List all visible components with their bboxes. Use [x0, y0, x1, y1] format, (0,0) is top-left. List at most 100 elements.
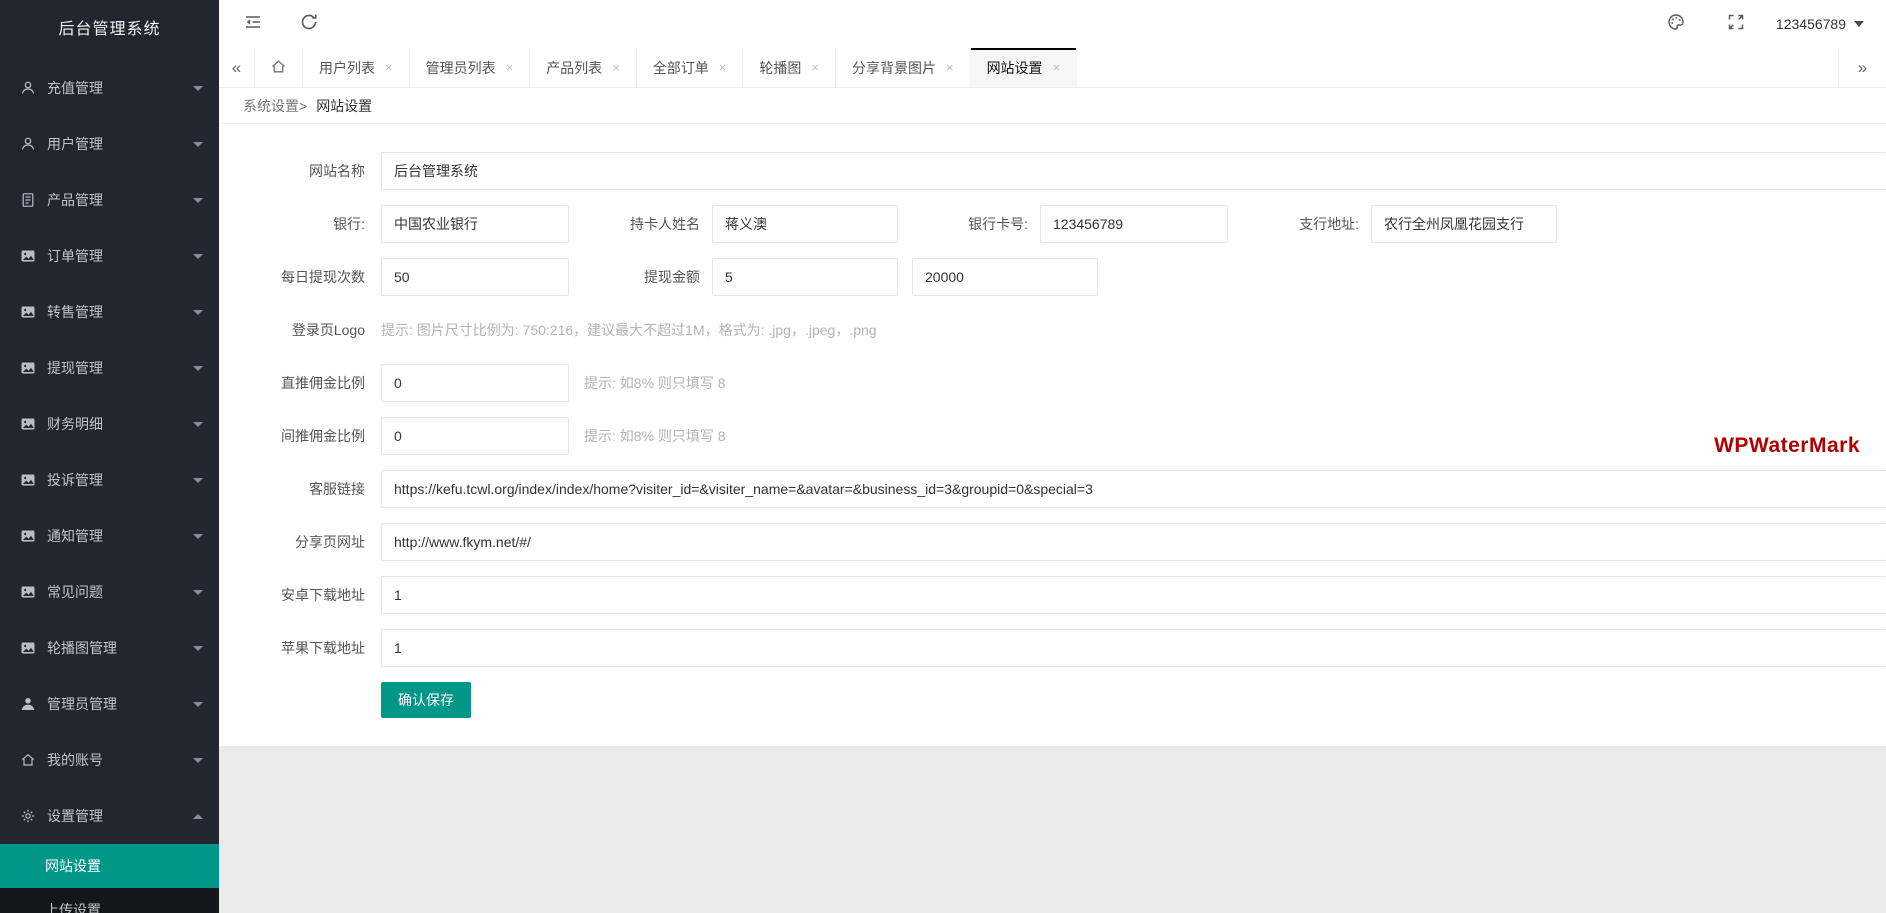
- home-icon: [20, 752, 36, 768]
- tab[interactable]: 全部订单 ×: [637, 48, 744, 87]
- sidebar-item[interactable]: 通知管理: [0, 508, 219, 564]
- sidebar-item[interactable]: 财务明细: [0, 396, 219, 452]
- share-url-label: 分享页网址: [219, 532, 365, 552]
- tab[interactable]: 网站设置×: [971, 48, 1078, 87]
- close-icon[interactable]: ×: [385, 61, 393, 74]
- chevron-down-icon: [193, 422, 203, 427]
- sidebar-item[interactable]: 充值管理: [0, 60, 219, 116]
- chevron-down-icon: [193, 534, 203, 539]
- save-button[interactable]: 确认保存: [381, 682, 471, 718]
- card-no-input[interactable]: [1040, 205, 1228, 243]
- close-icon[interactable]: ×: [946, 61, 954, 74]
- tab[interactable]: 产品列表×: [530, 48, 637, 87]
- tab[interactable]: 分享背景图片×: [836, 48, 971, 87]
- sidebar-item-label: 财务明细: [47, 414, 193, 434]
- site-name-label: 网站名称: [219, 161, 365, 181]
- close-icon[interactable]: ×: [612, 61, 620, 74]
- close-icon[interactable]: ×: [719, 61, 727, 74]
- tabs-scroll-right-button[interactable]: »: [1838, 48, 1886, 87]
- tab-home[interactable]: [255, 48, 303, 87]
- indirect-rate-input[interactable]: [381, 417, 569, 455]
- close-icon[interactable]: ×: [1053, 61, 1061, 74]
- image-icon: [20, 248, 36, 264]
- tab[interactable]: 轮播图×: [743, 48, 836, 87]
- image-icon: [20, 360, 36, 376]
- collapse-sidebar-button[interactable]: [229, 0, 277, 48]
- amount-label: 提现金额: [569, 267, 700, 287]
- amount-max-input[interactable]: [912, 258, 1098, 296]
- breadcrumb-page: 网站设置: [316, 96, 372, 116]
- tab[interactable]: 用户列表×: [303, 48, 410, 87]
- sidebar-item-label: 投诉管理: [47, 470, 193, 490]
- main-area: 123456789 « 用户列表×管理员列表×产品列表×全部订单×轮播图×分享背…: [219, 0, 1886, 913]
- holder-label: 持卡人姓名: [569, 214, 700, 234]
- username: 123456789: [1776, 16, 1846, 32]
- user-filled-icon: [20, 696, 36, 712]
- ios-url-input[interactable]: [381, 629, 1886, 667]
- breadcrumb: 系统设置> 网站设置: [219, 88, 1886, 124]
- kefu-input[interactable]: [381, 470, 1886, 508]
- login-logo-hint: 提示: 图片尺寸比例为: 750:216，建议最大不超过1M，格式为: .jpg…: [381, 320, 877, 340]
- tab-label: 全部订单: [653, 58, 709, 78]
- form-row: 间推佣金比例 提示: 如8% 则只填写 8: [219, 417, 1886, 455]
- sidebar-item[interactable]: 管理员管理: [0, 676, 219, 732]
- topbar-right: 123456789: [1652, 0, 1886, 48]
- sidebar-item[interactable]: 投诉管理: [0, 452, 219, 508]
- sidebar-item-label: 转售管理: [47, 302, 193, 322]
- branch-label: 支行地址:: [1228, 214, 1359, 234]
- tab[interactable]: 管理员列表 ×: [410, 48, 531, 87]
- sidebar-item[interactable]: 提现管理: [0, 340, 219, 396]
- sidebar-item-label: 我的账号: [47, 750, 193, 770]
- form-row: 客服链接: [219, 470, 1886, 508]
- sidebar-item-label: 常见问题: [47, 582, 193, 602]
- sidebar-subitem[interactable]: 上传设置: [0, 888, 219, 913]
- close-icon[interactable]: ×: [506, 61, 514, 74]
- form-row: 网站名称: [219, 152, 1886, 190]
- sidebar-item-label: 通知管理: [47, 526, 193, 546]
- sidebar-item[interactable]: 转售管理: [0, 284, 219, 340]
- collapse-icon: [243, 12, 263, 37]
- sidebar-item[interactable]: 设置管理: [0, 788, 219, 844]
- site-name-input[interactable]: [381, 152, 1886, 190]
- chevron-down-icon: [193, 198, 203, 203]
- sidebar-item-label: 充值管理: [47, 78, 193, 98]
- sidebar-item[interactable]: 用户管理: [0, 116, 219, 172]
- branch-input[interactable]: [1371, 205, 1557, 243]
- bank-input[interactable]: [381, 205, 569, 243]
- theme-button[interactable]: [1652, 0, 1700, 48]
- chevron-down-icon: [193, 142, 203, 147]
- refresh-button[interactable]: [285, 0, 333, 48]
- tab-label: 管理员列表: [426, 58, 496, 78]
- topbar-left: [229, 0, 333, 48]
- sidebar-item[interactable]: 我的账号: [0, 732, 219, 788]
- daily-times-input[interactable]: [381, 258, 569, 296]
- document-icon: [20, 192, 36, 208]
- android-url-input[interactable]: [381, 576, 1886, 614]
- chevron-down-icon: [193, 702, 203, 707]
- fullscreen-icon: [1726, 12, 1746, 37]
- sidebar-item-label: 轮播图管理: [47, 638, 193, 658]
- form-row: 银行: 持卡人姓名 银行卡号: 支行地址:: [219, 205, 1886, 243]
- chevron-down-icon: [193, 86, 203, 91]
- sidebar-item[interactable]: 常见问题: [0, 564, 219, 620]
- amount-min-input[interactable]: [712, 258, 898, 296]
- form-row: 每日提现次数 提现金额: [219, 258, 1886, 296]
- sidebar-submenu: 网站设置上传设置: [0, 844, 219, 913]
- user-icon: [20, 136, 36, 152]
- sidebar-subitem[interactable]: 网站设置: [0, 844, 219, 888]
- sidebar-item[interactable]: 订单管理: [0, 228, 219, 284]
- home-icon: [270, 58, 287, 78]
- holder-input[interactable]: [712, 205, 898, 243]
- form-row: 安卓下载地址: [219, 576, 1886, 614]
- close-icon[interactable]: ×: [811, 61, 819, 74]
- refresh-icon: [299, 12, 319, 37]
- user-menu[interactable]: 123456789: [1772, 16, 1868, 32]
- gear-icon: [20, 808, 36, 824]
- sidebar-item[interactable]: 产品管理: [0, 172, 219, 228]
- watermark: WPWaterMark: [1714, 434, 1860, 458]
- fullscreen-button[interactable]: [1712, 0, 1760, 48]
- tabs-scroll-left-button[interactable]: «: [219, 48, 255, 87]
- share-url-input[interactable]: [381, 523, 1886, 561]
- sidebar-item[interactable]: 轮播图管理: [0, 620, 219, 676]
- direct-rate-input[interactable]: [381, 364, 569, 402]
